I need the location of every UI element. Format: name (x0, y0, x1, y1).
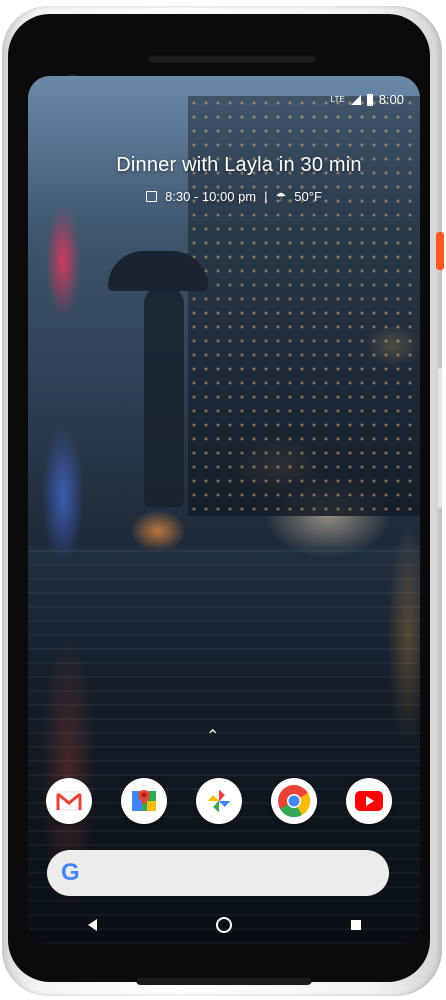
navigation-bar (28, 906, 420, 944)
wallpaper-figure (108, 251, 208, 511)
bottom-speaker (136, 976, 312, 985)
separator: | (264, 189, 268, 204)
volume-rocker[interactable] (438, 368, 442, 508)
signal-icon (350, 94, 361, 105)
event-title[interactable]: Dinner with Layla in 30 min (28, 154, 420, 177)
status-bar: LTE 8:00 (331, 92, 404, 107)
app-dock (46, 778, 392, 824)
home-screen: LTE 8:00 Dinner with Layla in 30 min 8:3… (28, 76, 420, 944)
event-time: 8:30 - 10:00 pm (165, 189, 257, 204)
phone-front: LTE 8:00 Dinner with Layla in 30 min 8:3… (8, 14, 430, 985)
rain-cloud-icon: ☂ (275, 189, 287, 204)
chrome-icon[interactable] (271, 778, 317, 824)
maps-icon[interactable] (121, 778, 167, 824)
calendar-icon (146, 191, 158, 202)
app-drawer-chevron-icon[interactable]: ⌃ (206, 726, 219, 746)
photos-icon[interactable] (196, 778, 242, 824)
event-details: 8:30 - 10:00 pm | ☂ 50°F (28, 189, 420, 204)
google-search-bar[interactable]: G (47, 850, 389, 896)
youtube-icon[interactable] (346, 778, 392, 824)
power-button[interactable] (436, 232, 444, 270)
google-logo-icon: G (61, 859, 80, 886)
network-label: LTE (330, 95, 345, 104)
home-button[interactable] (215, 917, 232, 933)
recents-button[interactable] (350, 920, 361, 930)
status-time: 8:00 (378, 92, 404, 107)
earpiece-speaker (148, 54, 316, 63)
weather-temp[interactable]: 50°F (294, 189, 322, 204)
wallpaper-person (144, 287, 184, 507)
battery-icon (366, 93, 373, 106)
back-button[interactable] (87, 919, 97, 931)
wallpaper-umbrella (108, 251, 208, 291)
at-a-glance-widget[interactable]: Dinner with Layla in 30 min 8:30 - 10:00… (28, 154, 420, 204)
gmail-icon[interactable] (46, 778, 92, 824)
